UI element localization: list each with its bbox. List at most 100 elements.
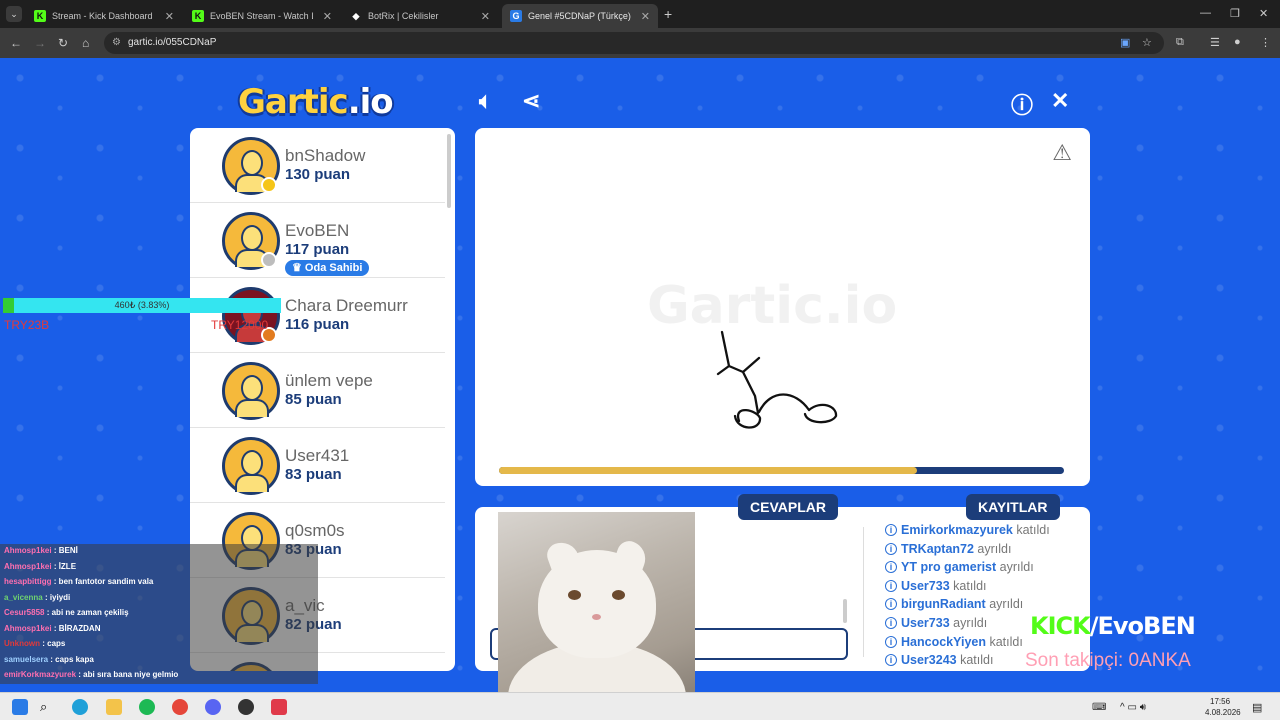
chat-message: hesapbittigg : ben fantotor sandim vala bbox=[4, 577, 154, 586]
tray-icons[interactable]: ^ ▭ 🔊︎ bbox=[1120, 702, 1146, 713]
donation-goal-bar: 460₺ (3.83%) bbox=[3, 298, 281, 313]
gartic-logo[interactable]: Gartic.io bbox=[238, 82, 394, 122]
player-score: 117 puan bbox=[285, 241, 350, 258]
info-icon: i bbox=[885, 616, 897, 629]
player-name: User431 bbox=[285, 446, 350, 465]
tab-gartic[interactable]: G Genel #5CDNaP (Türkçe) - Gartic ✕ bbox=[502, 4, 658, 28]
obs-icon[interactable] bbox=[238, 699, 254, 715]
tab-evoben-stream[interactable]: K EvoBEN Stream - Watch Live on ✕ bbox=[184, 4, 340, 28]
log-list: i Emirkorkmazyurek katıldı i TRKaptan72 ayr… bbox=[885, 521, 1085, 670]
tab-logs[interactable]: KAYITLAR bbox=[966, 494, 1060, 520]
player-score: 130 puan bbox=[285, 166, 351, 183]
chrome-icon[interactable] bbox=[172, 699, 188, 715]
player-score: 85 puan bbox=[285, 391, 342, 408]
player-row[interactable]: Chara Dreemurr 116 puan bbox=[190, 278, 445, 353]
info-icon: i bbox=[885, 524, 897, 536]
close-tab-icon[interactable]: ✕ bbox=[641, 10, 650, 23]
player-avatar bbox=[222, 437, 280, 495]
status-dot bbox=[261, 252, 277, 268]
file-explorer-icon[interactable] bbox=[106, 699, 122, 715]
url-input[interactable]: ⚙ gartic.io/055CDNaP bbox=[104, 32, 1164, 54]
windows-taskbar: ⌕ ⌨ ^ ▭ 🔊︎ 17:56 4.08.2026 ▤ bbox=[0, 692, 1280, 720]
info-icon: i bbox=[885, 579, 897, 592]
tab-search-button[interactable]: ⌄ bbox=[6, 6, 22, 22]
info-icon: i bbox=[885, 542, 897, 555]
chat-message: emirKorkmazyurek : abi sıra bana niye ge… bbox=[4, 670, 179, 679]
app-icon[interactable] bbox=[271, 699, 287, 715]
player-name: EvoBEN bbox=[285, 221, 350, 240]
new-tab-button[interactable]: + bbox=[664, 6, 672, 22]
home-icon[interactable]: ⌂ bbox=[82, 36, 89, 50]
last-follower-overlay: Son takipçi: 0ANKA bbox=[1025, 650, 1191, 671]
windows-start-icon[interactable] bbox=[12, 699, 28, 715]
player-name: ünlem vepe bbox=[285, 371, 373, 390]
info-icon: i bbox=[885, 635, 897, 648]
chat-message: a_vicenna : iyiydi bbox=[4, 592, 71, 602]
reading-list-icon[interactable]: ☰ bbox=[1210, 36, 1220, 49]
round-timer-bar bbox=[499, 467, 1064, 474]
drawing-canvas[interactable]: Gartic.io ⚠ bbox=[475, 128, 1090, 486]
tab-kick-dashboard[interactable]: K Stream - Kick Dashboard ✕ bbox=[26, 4, 182, 28]
keyboard-icon[interactable]: ⌨ bbox=[1092, 702, 1106, 713]
info-icon: i bbox=[885, 598, 897, 611]
player-score: 116 puan bbox=[285, 316, 350, 333]
reload-icon[interactable]: ↻ bbox=[58, 36, 68, 50]
back-icon[interactable]: ← bbox=[10, 36, 22, 50]
status-dot bbox=[261, 177, 277, 193]
room-owner-badge: ♛ Oda Sahibi bbox=[285, 260, 370, 276]
player-row[interactable]: bnShadow 130 puan bbox=[190, 128, 445, 203]
close-window-icon[interactable]: ✕ bbox=[1259, 7, 1268, 20]
site-info-icon[interactable]: ⚙ bbox=[112, 32, 121, 54]
menu-icon[interactable]: ⋮ bbox=[1260, 36, 1271, 49]
clock-date[interactable]: 4.08.2026 bbox=[1205, 708, 1241, 717]
log-entry: i TRKaptan72 ayrıldı bbox=[885, 540, 1085, 559]
kick-icon: K bbox=[192, 10, 204, 22]
profile-avatar-icon[interactable]: ● bbox=[1234, 36, 1241, 48]
cat-head bbox=[538, 537, 656, 658]
maximize-icon[interactable]: ❐ bbox=[1230, 7, 1240, 20]
edge-icon[interactable] bbox=[72, 699, 88, 715]
chat-message: Ahmosp1kei : BİRAZDAN bbox=[4, 623, 101, 633]
gartic-icon: G bbox=[510, 10, 522, 22]
extensions-icon[interactable]: ⧉ bbox=[1176, 36, 1184, 49]
log-entry: i Emirkorkmazyurek katıldı bbox=[885, 521, 1085, 540]
spotify-icon[interactable] bbox=[139, 699, 155, 715]
player-row[interactable]: User431 83 puan bbox=[190, 428, 445, 503]
botrix-icon: ◆ bbox=[352, 10, 360, 21]
discord-icon[interactable] bbox=[205, 699, 221, 715]
address-toolbar: ← → ↻ ⌂ ⚙ gartic.io/055CDNaP ▣ ☆ ⧉ ☰ ● ⋮ bbox=[0, 28, 1280, 58]
cast-icon[interactable]: ▣ bbox=[1120, 36, 1130, 49]
speaker-icon[interactable]: 🔈︎ bbox=[479, 88, 492, 114]
info-icon[interactable]: ⓘ bbox=[1011, 88, 1033, 120]
chat-message: samuelsera : caps kapa bbox=[4, 654, 94, 664]
info-icon: i bbox=[885, 561, 897, 574]
log-entry: i User733 katıldı bbox=[885, 577, 1085, 596]
players-scrollbar[interactable] bbox=[447, 134, 451, 208]
stream-chat-overlay: Ahmosp1kei : BENİ Ahmosp1kei : İZLE hesapb… bbox=[0, 544, 318, 684]
notification-icon[interactable]: ▤ bbox=[1252, 701, 1262, 714]
chat-message: Ahmosp1kei : İZLE bbox=[4, 561, 77, 571]
donation-goal-target: TRY12000 bbox=[211, 318, 269, 332]
forward-icon[interactable]: → bbox=[34, 36, 46, 50]
close-game-icon[interactable]: ✕ bbox=[1051, 88, 1069, 114]
close-tab-icon[interactable]: ✕ bbox=[165, 10, 174, 23]
close-tab-icon[interactable]: ✕ bbox=[481, 10, 490, 23]
donation-goal-start: TRY23B bbox=[4, 318, 50, 332]
search-icon[interactable]: ⌕ bbox=[40, 699, 56, 715]
webcam-cat-feed bbox=[498, 512, 695, 720]
close-tab-icon[interactable]: ✕ bbox=[323, 10, 332, 23]
player-row[interactable]: ünlem vepe 85 puan bbox=[190, 353, 445, 428]
panel-divider bbox=[863, 527, 864, 657]
player-row[interactable]: EvoBEN 117 puan ♛ Oda Sahibi bbox=[190, 203, 445, 278]
player-name: Chara Dreemurr bbox=[285, 296, 408, 315]
chat-message: Unknown : caps bbox=[4, 639, 66, 648]
tab-answers[interactable]: CEVAPLAR bbox=[738, 494, 838, 520]
clock-time[interactable]: 17:56 bbox=[1210, 697, 1230, 706]
bookmark-star-icon[interactable]: ☆ bbox=[1142, 36, 1152, 49]
minimize-icon[interactable]: — bbox=[1200, 7, 1211, 19]
share-icon[interactable]: ⋖ bbox=[522, 88, 540, 114]
tab-botrix[interactable]: ◆ BotRix | Cekilisler ✕ bbox=[342, 4, 498, 28]
answers-scrollbar[interactable] bbox=[843, 599, 847, 623]
kick-icon: K bbox=[34, 10, 46, 22]
kick-channel-overlay: KICK/EvoBEN bbox=[1030, 612, 1196, 640]
